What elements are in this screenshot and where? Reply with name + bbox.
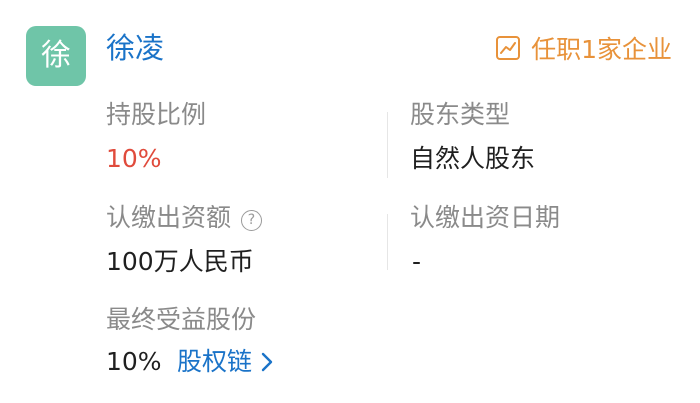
avatar: 徐 xyxy=(26,26,86,86)
equity-chain-label: 股权链 xyxy=(177,347,253,376)
subscription-date-value: - xyxy=(412,247,422,276)
ultimate-share-value: 10% xyxy=(106,347,162,376)
avatar-initial: 徐 xyxy=(41,38,71,73)
positions-label: 任职1家企业 xyxy=(531,35,672,64)
equity-chain-link[interactable]: 股权链 xyxy=(177,345,274,379)
shareholder-type-label: 股东类型 xyxy=(410,100,511,129)
shareholder-name-link[interactable]: 徐凌 xyxy=(106,28,164,68)
subscribed-capital-label-group: 认缴出资额? xyxy=(106,201,263,235)
subscribed-capital-value: 100万人民币 xyxy=(106,247,254,276)
shareholder-card: 徐 徐凌 任职1家企业 持股比例 10% 股东类型 自然人股东 认缴出资额? 1… xyxy=(0,0,700,403)
ultimate-share-label: 最终受益股份 xyxy=(106,305,257,334)
shareholding-ratio-label: 持股比例 xyxy=(106,100,207,129)
shareholding-ratio-value: 10% xyxy=(106,144,162,173)
subscribed-capital-label: 认缴出资额 xyxy=(106,203,232,232)
help-icon[interactable]: ? xyxy=(241,209,263,231)
subscription-date-label: 认缴出资日期 xyxy=(410,203,561,232)
column-divider xyxy=(387,112,388,178)
chevron-right-icon xyxy=(261,352,273,372)
column-divider xyxy=(387,214,388,270)
shareholder-type-value: 自然人股东 xyxy=(410,144,536,173)
trend-chart-icon xyxy=(496,36,521,60)
positions-link[interactable]: 任职1家企业 xyxy=(495,28,672,68)
